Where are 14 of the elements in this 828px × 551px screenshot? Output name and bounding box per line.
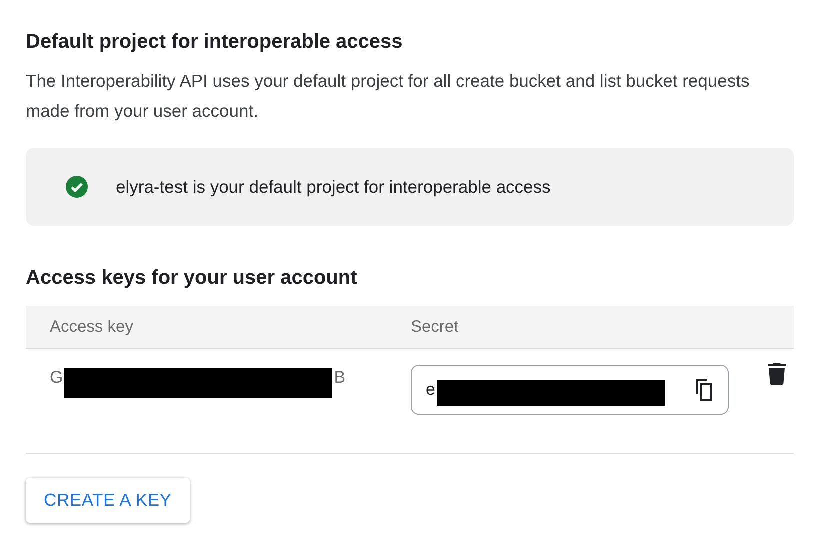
column-header: Access key (49, 318, 134, 336)
secret-text: e (426, 380, 436, 400)
access-key-text: G (50, 367, 64, 389)
section-title: Access keys for your user account (26, 266, 358, 291)
delete-icon[interactable] (768, 363, 786, 385)
copy-icon[interactable] (694, 379, 714, 401)
column-header: Secret (410, 318, 459, 336)
create-key-button[interactable]: CREATE A KEY (26, 478, 190, 523)
notice-text: elyra-test is your default project for interoperable access (116, 176, 551, 198)
check-circle-icon (66, 176, 88, 198)
section-description: The Interoperability API uses your default project for all create bucket and list bucket requests made from your user account. (26, 70, 751, 123)
secret-field[interactable]: e (411, 365, 729, 415)
access-key-text: B (334, 367, 346, 389)
section-title: Default project for interoperable access (26, 30, 404, 55)
